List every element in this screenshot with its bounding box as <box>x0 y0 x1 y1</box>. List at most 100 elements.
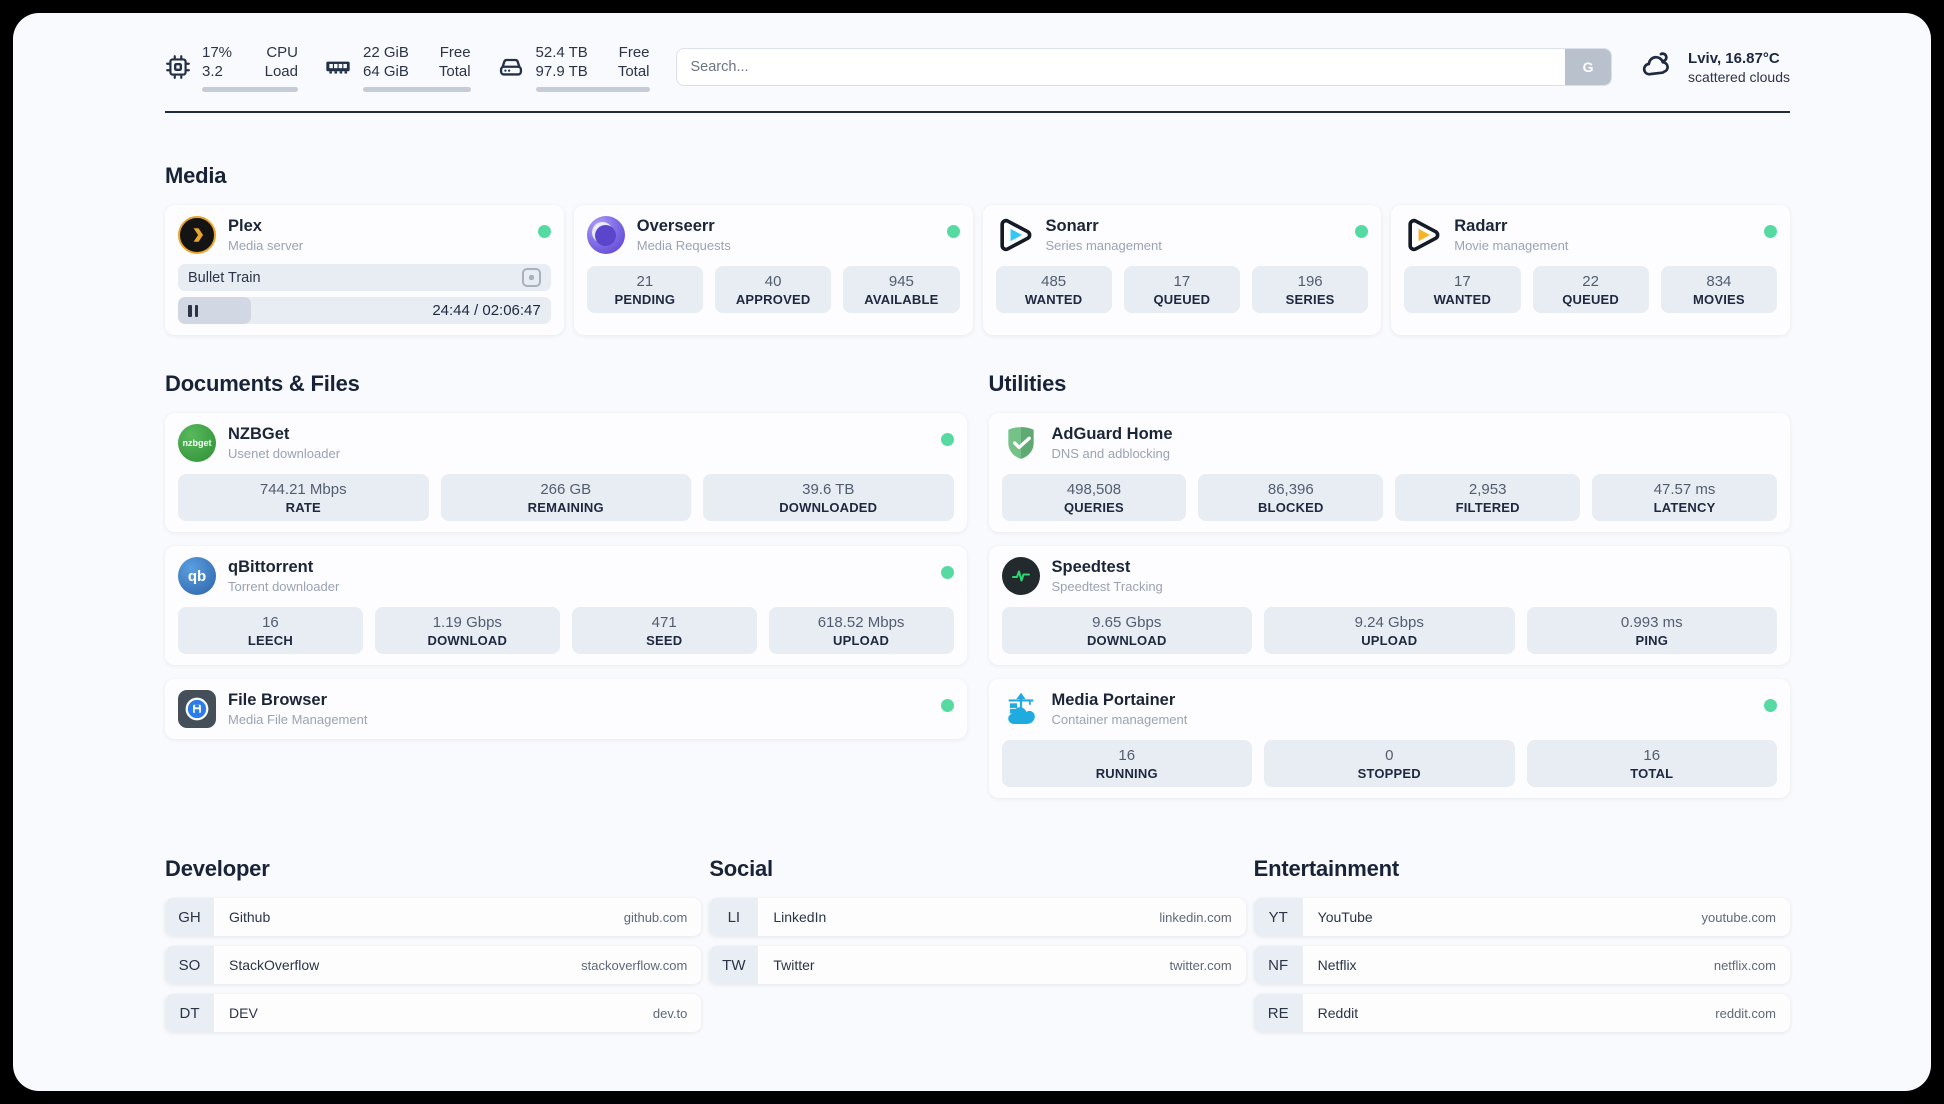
service-subtitle: Torrent downloader <box>228 579 340 594</box>
bookmark-name: StackOverflow <box>229 957 320 973</box>
search-provider-button[interactable]: G <box>1565 49 1612 85</box>
status-dot <box>1764 225 1777 238</box>
bookmark-linkedin[interactable]: LI LinkedIn linkedin.com <box>709 898 1246 936</box>
service-subtitle: Usenet downloader <box>228 446 341 461</box>
storage-total-value: 97.9 TB <box>535 63 588 80</box>
memory-widget: 22 GiB Free 64 GiB Total <box>324 43 471 92</box>
status-dot <box>1355 225 1369 238</box>
stat-latency: 47.57 ms LATENCY <box>1592 474 1777 521</box>
bookmark-url: reddit.com <box>1715 1005 1776 1021</box>
storage-free-label: Free <box>618 43 650 61</box>
developer-column: Developer GH Github github.com SO StackO… <box>165 856 702 1032</box>
bookmark-abbr: TW <box>709 946 759 984</box>
bookmark-abbr: RE <box>1253 994 1303 1032</box>
search-input[interactable] <box>675 48 1613 86</box>
stat-upload: 9.24 Gbps UPLOAD <box>1264 607 1515 654</box>
memory-free-value: 22 GiB <box>363 43 409 61</box>
bookmark-abbr: GH <box>165 898 214 936</box>
storage-total-label: Total <box>617 63 650 80</box>
bookmark-name: Netflix <box>1317 957 1357 973</box>
service-subtitle: DNS and adblocking <box>1051 446 1171 461</box>
service-card-overseerr[interactable]: Overseerr Media Requests 21 PENDING 40 A… <box>573 205 973 335</box>
pause-icon <box>188 304 198 317</box>
stat-queued: 22 QUEUED <box>1532 266 1649 313</box>
bookmark-url: dev.to <box>652 1005 688 1021</box>
service-name: Plex <box>228 217 262 235</box>
stat-approved: 40 APPROVED <box>715 266 832 313</box>
service-card-plex[interactable]: Plex Media server Bullet Train 24:44 / 0… <box>165 205 564 335</box>
status-dot <box>537 225 551 238</box>
cloud-icon <box>1638 48 1676 87</box>
service-name: Sonarr <box>1045 217 1099 235</box>
cpu-load-label: Load <box>264 63 298 80</box>
stat-available: 945 AVAILABLE <box>843 266 960 313</box>
bookmark-dev[interactable]: DT DEV dev.to <box>165 994 702 1032</box>
memory-progress-bar <box>363 86 471 92</box>
stat-queries: 498,508 QUERIES <box>1001 474 1187 521</box>
section-title-entertainment: Entertainment <box>1253 856 1400 881</box>
storage-progress-bar <box>535 86 650 92</box>
storage-widget: 52.4 TB Free 97.9 TB Total <box>497 43 650 92</box>
bookmark-url: github.com <box>623 909 688 925</box>
weather-widget: Lviv, 16.87°C scattered clouds <box>1638 48 1790 87</box>
bookmark-url: linkedin.com <box>1159 909 1232 925</box>
status-dot <box>940 566 954 579</box>
stat-running: 16 RUNNING <box>1001 740 1252 787</box>
social-column: Social LI LinkedIn linkedin.com TW Twitt… <box>709 856 1246 984</box>
cast-icon <box>521 268 541 287</box>
dashboard-panel: 17% CPU 3.2 Load 22 GiB Free 64 GiB Tota… <box>13 13 1931 1091</box>
stat-blocked: 86,396 BLOCKED <box>1198 474 1384 521</box>
cpu-usage-label: CPU <box>266 43 298 61</box>
service-card-nzbget[interactable]: nzbget NZBGet Usenet downloader 744.21 M… <box>165 413 967 532</box>
plex-playback-row: 24:44 / 02:06:47 <box>178 297 551 324</box>
service-subtitle: Media File Management <box>228 712 368 727</box>
service-card-qbittorrent[interactable]: qb qBittorrent Torrent downloader 16 LEE… <box>165 546 967 665</box>
plex-now-playing-row: Bullet Train <box>178 264 551 291</box>
speedtest-icon <box>1001 557 1040 595</box>
service-card-adguard[interactable]: AdGuard Home DNS and adblocking 498,508 … <box>988 413 1790 532</box>
service-card-portainer[interactable]: Media Portainer Container management 16 … <box>988 679 1790 798</box>
top-bar: 17% CPU 3.2 Load 22 GiB Free 64 GiB Tota… <box>165 39 1790 95</box>
bookmark-netflix[interactable]: NF Netflix netflix.com <box>1253 946 1790 984</box>
bookmark-twitter[interactable]: TW Twitter twitter.com <box>709 946 1246 984</box>
service-card-sonarr[interactable]: Sonarr Series management 485 WANTED 17 Q… <box>982 205 1382 335</box>
stat-download: 9.65 Gbps DOWNLOAD <box>1001 607 1252 654</box>
stat-stopped: 0 STOPPED <box>1264 740 1515 787</box>
stat-downloaded: 39.6 TB DOWNLOADED <box>703 474 954 521</box>
service-subtitle: Container management <box>1051 712 1188 727</box>
search-bar: G <box>675 48 1613 86</box>
bookmark-reddit[interactable]: RE Reddit reddit.com <box>1253 994 1790 1032</box>
service-subtitle: Speedtest Tracking <box>1051 579 1163 594</box>
service-card-filebrowser[interactable]: File Browser Media File Management <box>165 679 967 739</box>
header-divider <box>165 111 1790 113</box>
stat-filtered: 2,953 FILTERED <box>1395 474 1581 521</box>
stat-total: 16 TOTAL <box>1526 740 1777 787</box>
service-card-speedtest[interactable]: Speedtest Speedtest Tracking 9.65 Gbps D… <box>988 546 1790 665</box>
bookmark-github[interactable]: GH Github github.com <box>165 898 702 936</box>
entertainment-column: Entertainment YT YouTube youtube.com NF … <box>1253 856 1790 1032</box>
cpu-usage-value: 17% <box>202 43 233 61</box>
bookmark-youtube[interactable]: YT YouTube youtube.com <box>1253 898 1790 936</box>
stat-seed: 471 SEED <box>571 607 757 654</box>
storage-drive-icon <box>497 53 525 81</box>
stat-remaining: 266 GB REMAINING <box>440 474 691 521</box>
section-title-documents: Documents & Files <box>165 371 360 396</box>
nzbget-icon: nzbget <box>178 424 216 462</box>
service-name: File Browser <box>228 691 328 709</box>
stat-upload: 618.52 Mbps UPLOAD <box>768 607 954 654</box>
sonarr-icon <box>996 216 1034 254</box>
cpu-progress-bar <box>202 86 298 92</box>
service-card-radarr[interactable]: Radarr Movie management 17 WANTED 22 QUE… <box>1391 205 1790 335</box>
qbittorrent-icon: qb <box>178 557 216 595</box>
bookmark-name: Twitter <box>773 957 815 973</box>
bookmark-stackoverflow[interactable]: SO StackOverflow stackoverflow.com <box>165 946 702 984</box>
stat-download: 1.19 Gbps DOWNLOAD <box>374 607 560 654</box>
stat-series: 196 SERIES <box>1252 266 1369 313</box>
weather-location-temp: Lviv, 16.87°C <box>1688 49 1780 67</box>
bookmark-abbr: SO <box>165 946 214 984</box>
section-title-media: Media <box>165 163 227 188</box>
memory-total-label: Total <box>438 63 471 80</box>
adguard-icon <box>1002 424 1040 462</box>
status-dot <box>940 699 954 712</box>
bookmark-name: YouTube <box>1317 909 1373 925</box>
